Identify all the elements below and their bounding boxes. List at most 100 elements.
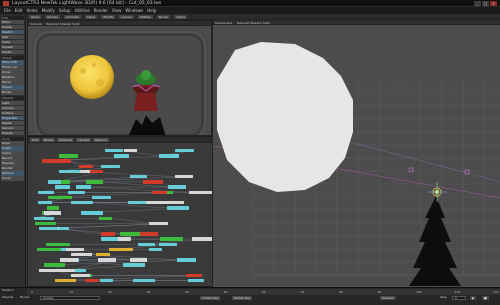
graph-node[interactable] — [37, 190, 54, 194]
graph-node[interactable] — [37, 201, 52, 205]
graph-node[interactable] — [34, 216, 54, 220]
tab-setup[interactable]: Setup — [84, 15, 98, 19]
graph-node[interactable] — [91, 195, 111, 200]
graph-node[interactable] — [139, 232, 158, 236]
tab-render[interactable]: Render — [45, 15, 61, 19]
close-button[interactable]: × — [490, 1, 497, 6]
menu-help[interactable]: Help — [147, 7, 156, 14]
sidebar-button-object[interactable]: Object — [1, 85, 24, 90]
sidebar-button-graph[interactable]: Graph — [1, 146, 24, 151]
menu-setup[interactable]: Setup — [59, 7, 71, 14]
graph-node[interactable] — [177, 258, 196, 262]
sidebar-button-light[interactable]: Light — [1, 100, 24, 106]
step-field[interactable]: 1 — [452, 295, 466, 300]
sidebar-button-surface[interactable]: Surface — [1, 110, 24, 116]
bones-label[interactable]: Bones — [20, 295, 29, 300]
graph-node[interactable] — [59, 154, 78, 158]
graph-node[interactable] — [70, 273, 91, 278]
graph-node[interactable] — [48, 195, 73, 200]
menu-items[interactable]: Items — [26, 7, 37, 14]
graph-node[interactable] — [133, 279, 155, 283]
graph-node[interactable] — [148, 221, 169, 226]
graph-node[interactable] — [55, 185, 71, 189]
graph-node[interactable] — [53, 159, 71, 163]
menu-view[interactable]: View — [112, 7, 122, 14]
graph-node[interactable] — [98, 258, 117, 262]
graph-node[interactable] — [71, 253, 93, 257]
graph-node[interactable] — [66, 247, 85, 252]
create-key-button[interactable]: Create Key — [200, 295, 221, 300]
node-editor-panel[interactable]: Edit Nodes Selected Update Options — [27, 136, 215, 287]
menu-render[interactable]: Render — [94, 7, 108, 14]
graph-node[interactable] — [60, 258, 78, 262]
graph-node[interactable] — [129, 258, 147, 262]
perspective-viewport[interactable]: Perspective Textured Shaded Solid — [212, 20, 500, 287]
menu-utilities[interactable]: Utilities — [75, 7, 90, 14]
viewport-mode-select-right[interactable]: Textured Shaded Solid — [237, 21, 270, 26]
graph-node[interactable] — [142, 180, 163, 184]
current-item-select[interactable]: (none) — [40, 295, 100, 300]
graph-node[interactable] — [188, 279, 204, 283]
tab-animate[interactable]: Animate — [64, 15, 81, 19]
menu-edit[interactable]: Edit — [15, 7, 23, 14]
sidebar-button-mirror[interactable]: Mirror — [1, 80, 24, 85]
graph-node[interactable] — [55, 279, 77, 283]
timeline[interactable]: 0 10 20 30 40 50 60 70 80 90 100 110 120 Position Ob… — [0, 287, 500, 305]
graph-node[interactable] — [192, 237, 212, 241]
graph-node[interactable] — [149, 247, 163, 252]
sidebar-button-camera[interactable]: Camera — [1, 105, 24, 111]
graph-node[interactable] — [48, 180, 61, 184]
delete-key-button[interactable]: Delete Key — [232, 295, 253, 300]
graph-node[interactable] — [70, 201, 93, 205]
graph-node[interactable] — [113, 154, 129, 158]
graph-node[interactable] — [145, 201, 166, 205]
graph-node[interactable] — [96, 253, 111, 257]
camera-viewport[interactable]: Camera Textured Shaded Solid — [27, 20, 212, 136]
sidebar-button-cloud[interactable]: Cloud — [1, 176, 24, 181]
viewport-view-select-right[interactable]: Perspective — [215, 21, 232, 26]
graph-node[interactable] — [185, 273, 203, 278]
graph-node[interactable] — [123, 149, 138, 153]
graph-node[interactable] — [108, 247, 133, 252]
graph-node[interactable] — [127, 201, 146, 205]
graph-node[interactable] — [174, 149, 194, 153]
sidebar-button-dope[interactable]: Dope — [1, 141, 24, 146]
tab-items[interactable]: Items — [29, 15, 42, 19]
graph-node[interactable] — [151, 190, 168, 194]
sidebar-button-move[interactable]: Move — [1, 20, 24, 25]
maximize-button[interactable]: □ — [482, 1, 489, 6]
graph-node[interactable] — [38, 227, 58, 231]
graph-node[interactable] — [90, 169, 103, 174]
graph-node[interactable] — [38, 268, 58, 272]
sidebar-button-clone[interactable]: Clone — [1, 70, 24, 75]
tab-layout[interactable]: Layout — [119, 15, 134, 19]
graph-node[interactable] — [76, 185, 92, 189]
menu-windows[interactable]: Windows — [125, 7, 143, 14]
graph-node[interactable] — [78, 164, 93, 168]
objects-label[interactable]: Objects — [2, 295, 13, 300]
graph-node[interactable] — [100, 237, 119, 241]
graph-node[interactable] — [68, 190, 86, 194]
sidebar-button-stretch[interactable]: Stretch — [1, 30, 24, 35]
graph-node[interactable] — [98, 216, 112, 220]
graph-node[interactable] — [85, 279, 100, 283]
graph-node[interactable] — [54, 268, 76, 272]
sidebar-button-rotate[interactable]: Rotate — [1, 25, 24, 30]
graph-node[interactable] — [58, 169, 80, 174]
tab-modify[interactable]: Modify — [101, 15, 116, 19]
graph-node[interactable] — [35, 221, 57, 226]
sidebar-button-scale[interactable]: Scale — [1, 40, 24, 45]
graph-node[interactable] — [122, 263, 146, 267]
sidebar-button-motion-op[interactable]: Motion Op — [1, 65, 24, 70]
graph-node[interactable] — [81, 211, 103, 215]
sidebar-button-move-tcb[interactable]: Move TCB — [1, 60, 24, 65]
sidebar-button-preview[interactable]: Preview — [1, 161, 24, 166]
sidebar-button-generic[interactable]: Generic — [1, 125, 24, 131]
graph-node[interactable] — [138, 242, 156, 246]
tab-lights[interactable]: Lights — [174, 15, 188, 19]
graph-node[interactable] — [85, 180, 104, 184]
graph-node[interactable] — [130, 175, 148, 179]
graph-node[interactable] — [43, 263, 65, 267]
play-button[interactable]: ▶ — [470, 295, 477, 300]
sidebar-button-delete[interactable]: Delete — [1, 120, 24, 126]
